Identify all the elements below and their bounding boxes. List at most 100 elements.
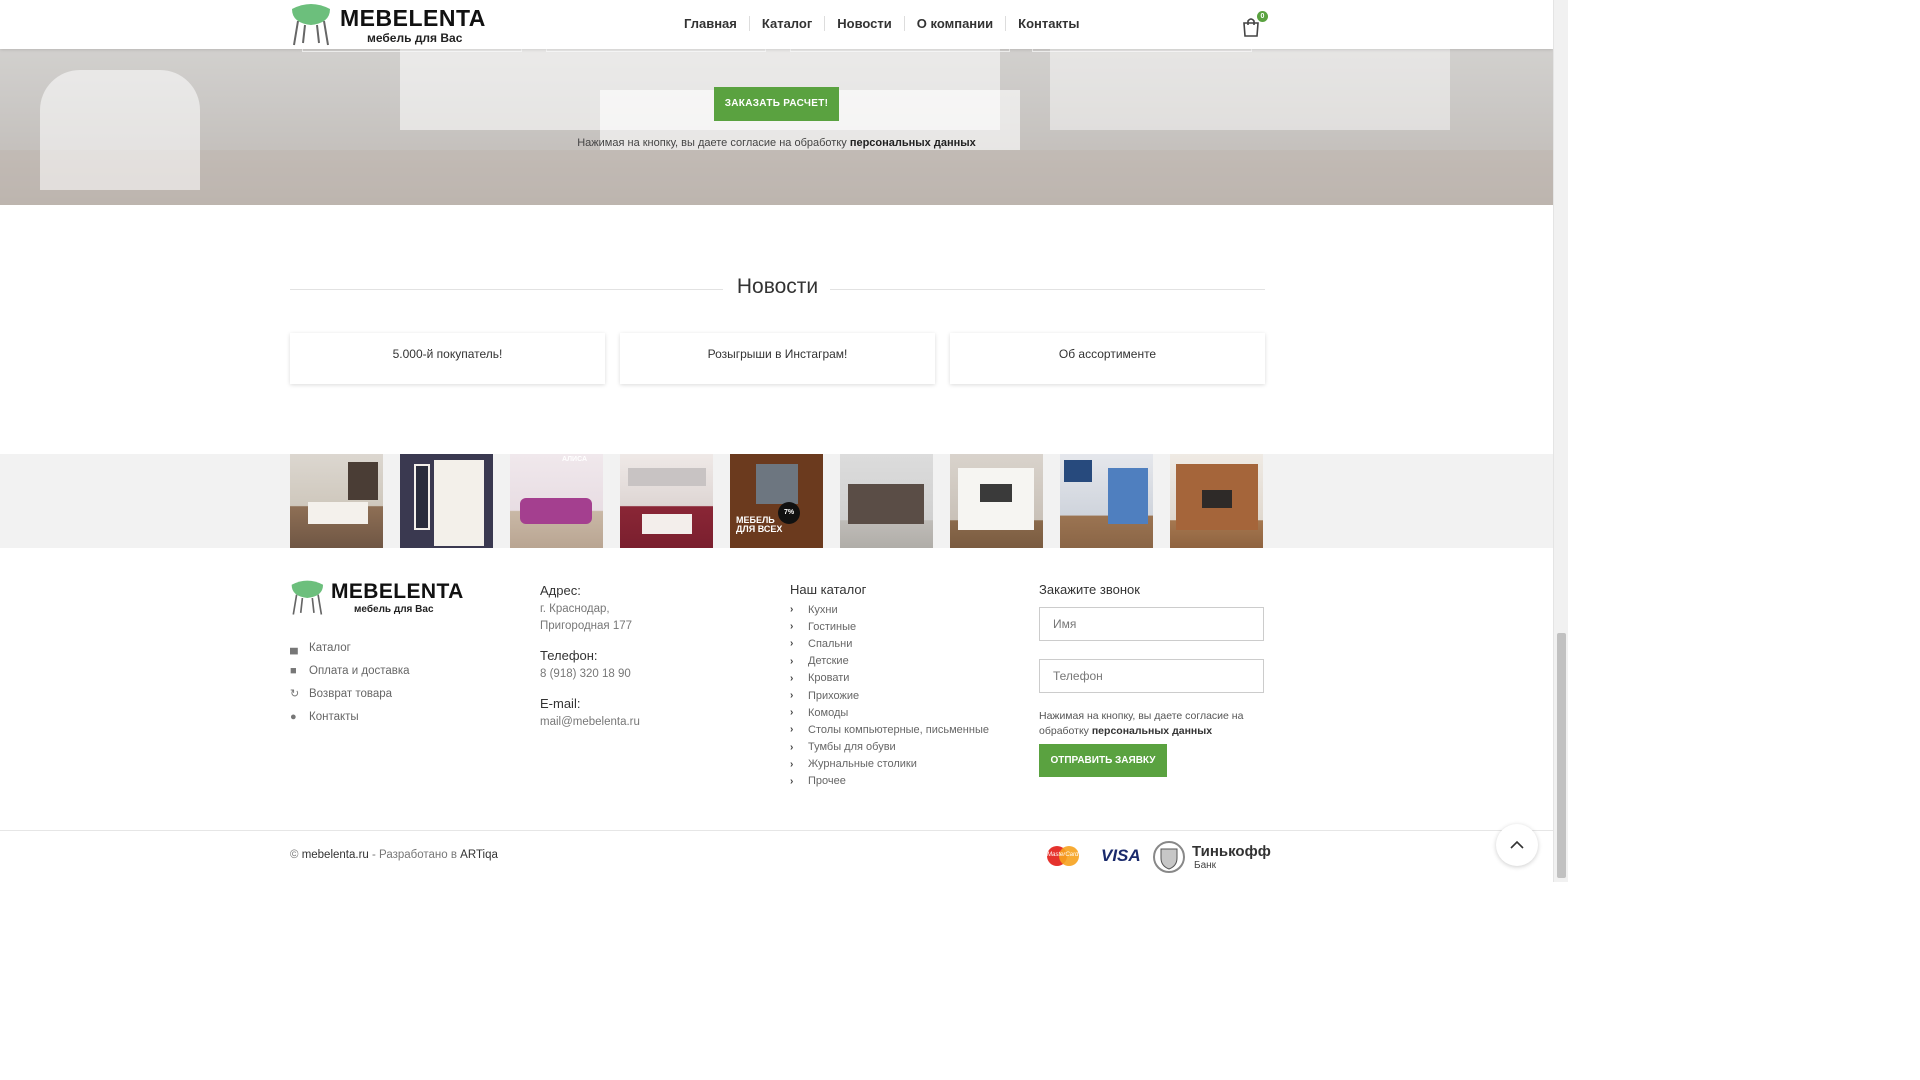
catalog-item-label[interactable]: Журнальные столики <box>808 758 917 770</box>
footer-logo[interactable]: MEBELENTA мебель для Вас <box>290 579 470 619</box>
catalog-item-label[interactable]: Кухни <box>808 604 838 616</box>
gallery-thumb-kitchen[interactable] <box>620 454 713 548</box>
footer-links: ▄ Каталог ■ Оплата и доставка ↻ Возврат тов… <box>290 636 410 728</box>
phone-block: Телефон: 8 (918) 320 18 90 <box>540 647 640 683</box>
footer-link-label[interactable]: Контакты <box>309 711 359 723</box>
chevron-right-icon: › <box>790 621 794 633</box>
catalog-item[interactable]: › Спальни <box>790 635 989 652</box>
instagram-gallery: АЛИСА МЕБЕЛЬ ДЛЯ ВСЕХ 7% <box>0 454 1553 548</box>
callback-consent-link[interactable]: персональных данных <box>1092 725 1212 737</box>
chevron-right-icon: › <box>790 758 794 770</box>
gallery-thumb-promo[interactable]: МЕБЕЛЬ ДЛЯ ВСЕХ 7% <box>730 454 823 548</box>
nav-item-catalog[interactable]: Каталог <box>748 16 824 31</box>
mastercard-label: MasterCard <box>1047 852 1079 858</box>
email-address[interactable]: mail@mebelenta.ru <box>540 714 640 731</box>
dresser-shape <box>756 464 798 504</box>
phone-number[interactable]: 8 (918) 320 18 90 <box>540 666 640 683</box>
news-card-title[interactable]: Об ассортименте <box>1059 347 1156 361</box>
catalog-item[interactable]: › Прихожие <box>790 687 989 704</box>
email-block: E-mail: mail@mebelenta.ru <box>540 695 640 731</box>
catalog-item-label[interactable]: Комоды <box>808 707 848 719</box>
catalog-item[interactable]: › Гостиные <box>790 618 989 635</box>
tv-screen-shape <box>980 484 1012 502</box>
discount-badge: 7% <box>778 502 800 524</box>
news-card[interactable]: 5.000-й покупатель! <box>290 333 605 384</box>
catalog-item-label[interactable]: Детские <box>808 655 849 667</box>
nav-item-contacts[interactable]: Контакты <box>1005 16 1091 31</box>
nav-item-home[interactable]: Главная <box>672 16 749 31</box>
footer-link-catalog[interactable]: ▄ Каталог <box>290 636 410 659</box>
footer-link-label[interactable]: Возврат товара <box>309 688 392 700</box>
catalog-item[interactable]: › Комоды <box>790 704 989 721</box>
scrollbar-thumb[interactable] <box>1557 633 1566 878</box>
catalog-item[interactable]: › Тумбы для обуви <box>790 739 989 756</box>
catalog-item-label[interactable]: Кровати <box>808 672 849 684</box>
catalog-item[interactable]: › Детские <box>790 653 989 670</box>
catalog-heading: Наш каталог <box>790 582 867 597</box>
callback-form: Закажите звонок Имя Телефон Нажимая на к… <box>1039 582 1264 777</box>
header-logo[interactable]: MEBELENTA мебель для Вас <box>290 3 490 47</box>
catalog-item-label[interactable]: Прочее <box>808 775 846 787</box>
footer-link-contacts[interactable]: ● Контакты <box>290 705 410 728</box>
catalog-item-label[interactable]: Прихожие <box>808 690 859 702</box>
callback-heading: Закажите звонок <box>1039 582 1140 597</box>
gallery-thumb-kids[interactable]: АЛИСА <box>510 454 603 548</box>
wardrobe-shape <box>434 460 484 546</box>
gallery-thumb-living-wall[interactable] <box>840 454 933 548</box>
catalog-item[interactable]: › Журнальные столики <box>790 756 989 773</box>
catalog-item[interactable]: › Прочее <box>790 773 989 790</box>
name-input[interactable]: Имя <box>1039 607 1264 641</box>
gallery-thumb-study[interactable] <box>1060 454 1153 548</box>
footer-contacts: Адрес: г. Краснодар, Пригородная 177 Тел… <box>540 582 640 743</box>
phone-input[interactable]: Телефон <box>1039 659 1264 693</box>
hero-consent-text: Нажимая на кнопку, вы даете согласие на … <box>0 137 1553 149</box>
site-link[interactable]: mebelenta.ru <box>302 849 369 861</box>
news-card-title[interactable]: Розыгрыши в Инстаграм! <box>708 347 848 361</box>
page-scrollbar[interactable] <box>1553 0 1568 882</box>
scroll-to-top-button[interactable] <box>1496 824 1538 866</box>
order-calculation-button[interactable]: ЗАКАЗАТЬ РАСЧЕТ! <box>714 87 839 121</box>
catalog-item-label[interactable]: Спальни <box>808 638 852 650</box>
chevron-right-icon: › <box>790 690 794 702</box>
catalog-item[interactable]: › Кровати <box>790 670 989 687</box>
submit-request-button[interactable]: ОТПРАВИТЬ ЗАЯВКУ <box>1039 744 1167 777</box>
chevron-right-icon: › <box>790 707 794 719</box>
catalog-item[interactable]: › Столы компьютерные, письменные <box>790 721 989 738</box>
catalog-item-label[interactable]: Гостиные <box>808 621 856 633</box>
gallery-thumb-bedroom[interactable] <box>290 454 383 548</box>
chevron-right-icon: › <box>790 672 794 684</box>
callback-consent-text: Нажимая на кнопку, вы даете согласие на … <box>1039 709 1264 739</box>
news-card[interactable]: Розыгрыши в Инстаграм! <box>620 333 935 384</box>
footer-link-label[interactable]: Оплата и доставка <box>309 665 410 677</box>
footer-link-delivery[interactable]: ■ Оплата и доставка <box>290 659 410 682</box>
footer-link-label[interactable]: Каталог <box>309 642 351 654</box>
tinkoff-logo: Тинькофф Банк <box>1150 840 1271 874</box>
footer-link-return[interactable]: ↻ Возврат товара <box>290 682 410 705</box>
tinkoff-bank: Банк <box>1194 860 1217 871</box>
chevron-right-icon: › <box>790 638 794 650</box>
hero-consent-link[interactable]: персональных данных <box>850 137 976 149</box>
gallery-thumb-hallway[interactable] <box>400 454 493 548</box>
shopping-bag-icon: ▄ <box>290 641 298 654</box>
brand-tagline: мебель для Вас <box>367 31 463 45</box>
news-card[interactable]: Об ассортименте <box>950 333 1265 384</box>
news-card-title[interactable]: 5.000-й покупатель! <box>393 347 503 361</box>
developer-link[interactable]: ARTiqa <box>460 849 498 861</box>
chevron-right-icon: › <box>790 655 794 667</box>
nav-item-news[interactable]: Новости <box>824 16 904 31</box>
site-header: MEBELENTA мебель для Вас Главная Каталог… <box>0 0 1553 49</box>
nav-item-about[interactable]: О компании <box>903 16 1005 31</box>
cart-button[interactable]: 0 <box>1240 11 1268 37</box>
catalog-item-label[interactable]: Столы компьютерные, письменные <box>808 724 989 736</box>
catalog-item[interactable]: › Кухни <box>790 601 989 618</box>
chevron-up-icon <box>1510 840 1524 849</box>
bed-shape <box>308 502 368 524</box>
gallery-thumb-tv-unit[interactable] <box>950 454 1043 548</box>
address-heading: Адрес: <box>540 583 581 598</box>
copyright: © mebelenta.ru - Разработано в ARTiqa <box>290 849 498 861</box>
hero-consent-prefix: Нажимая на кнопку, вы даете согласие на … <box>577 137 850 149</box>
email-heading: E-mail: <box>540 696 581 711</box>
gallery-thumb-classic-wall[interactable] <box>1170 454 1263 548</box>
catalog-item-label[interactable]: Тумбы для обуви <box>808 741 896 753</box>
address-line: г. Краснодар, <box>540 603 610 615</box>
